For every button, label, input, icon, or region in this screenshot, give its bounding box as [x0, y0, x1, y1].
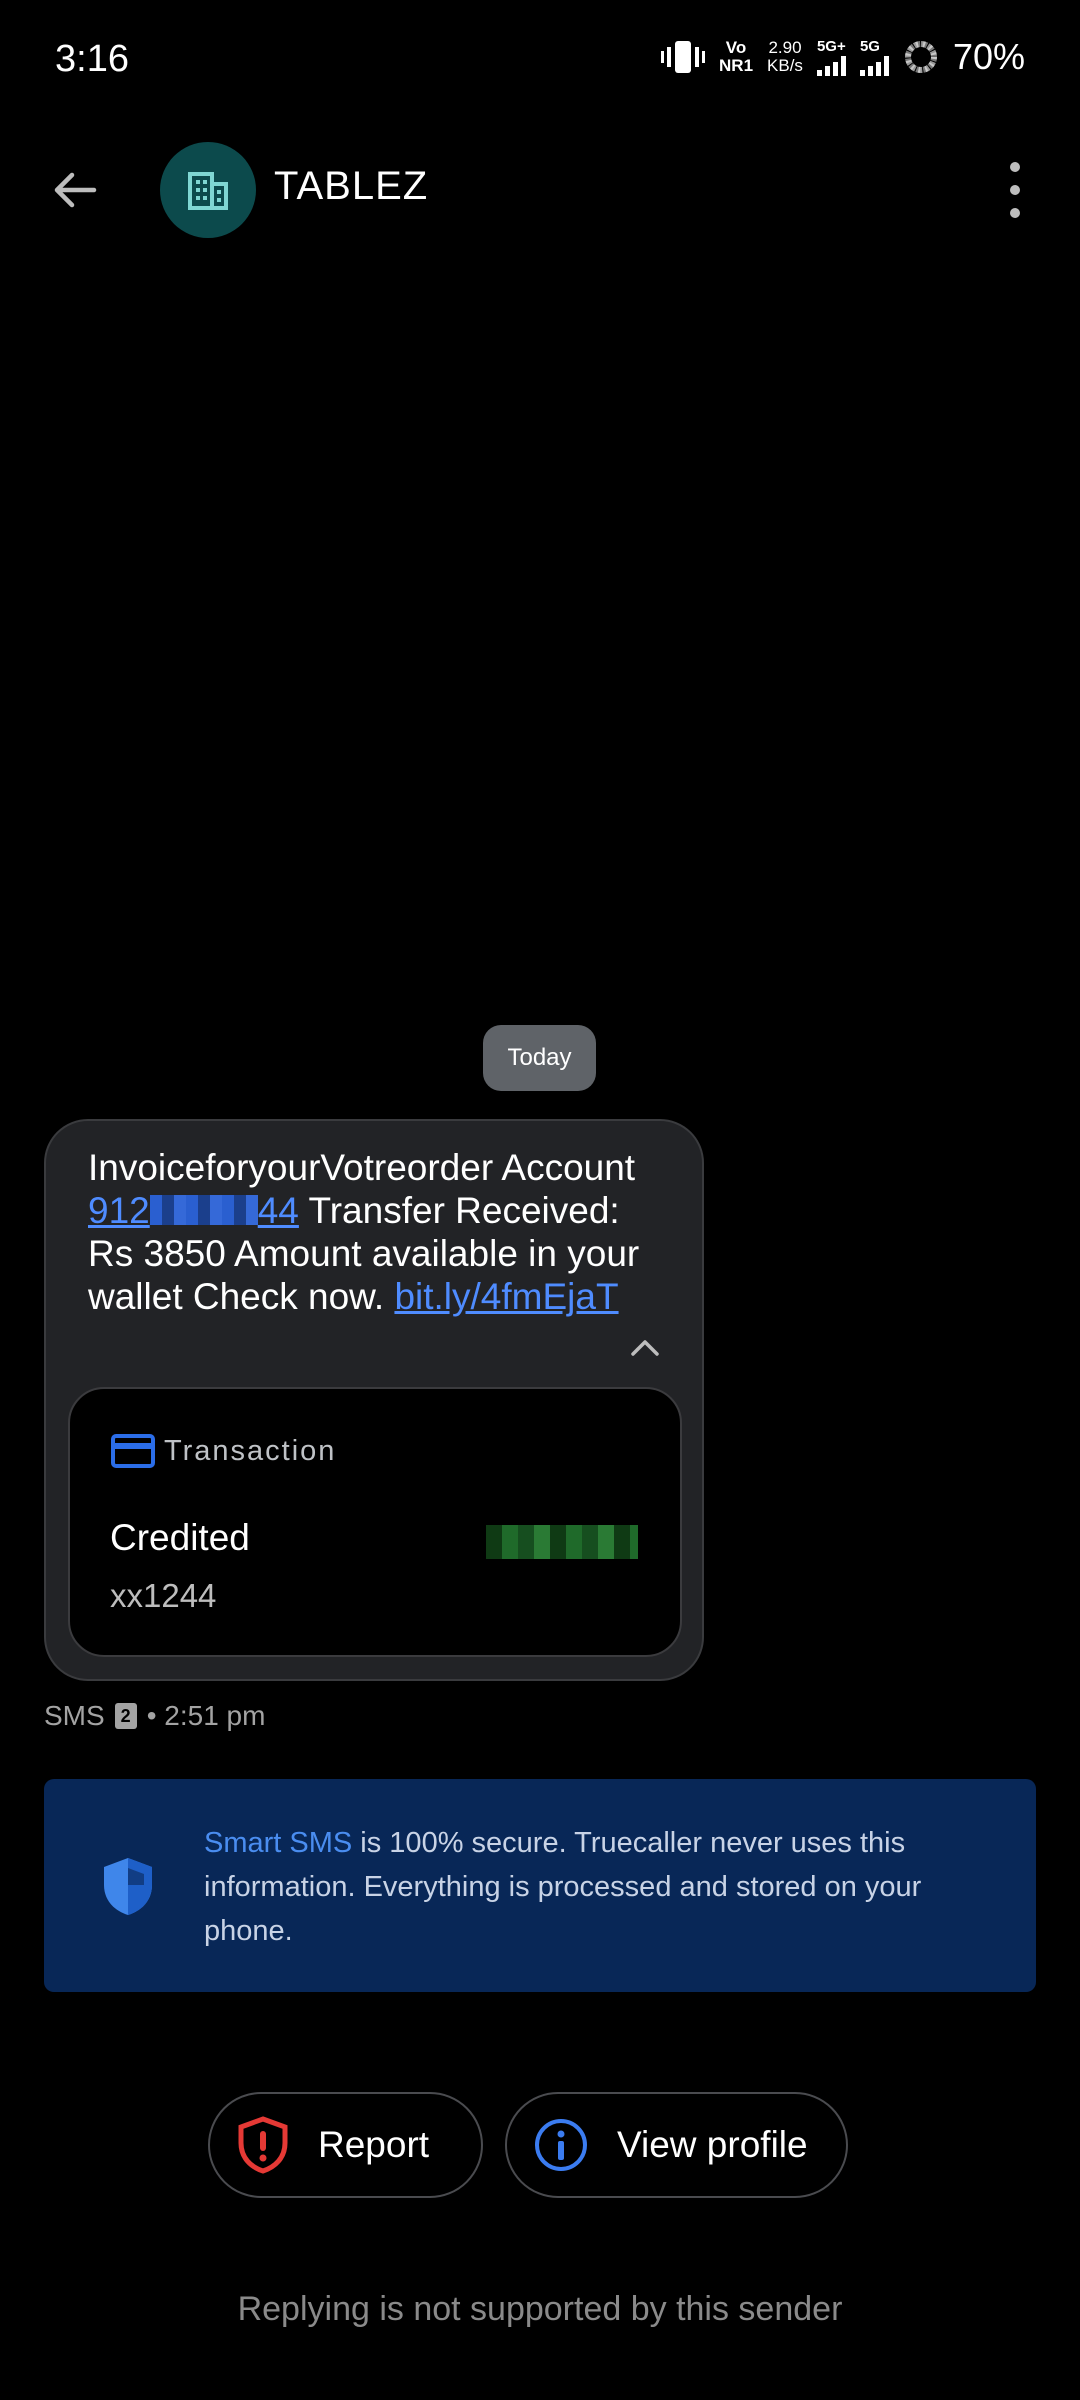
view-profile-button[interactable]: View profile [505, 2092, 848, 2198]
message-text: InvoiceforyourVotreorder Account 912 44 T… [88, 1147, 640, 1317]
signal-bars-icon [859, 56, 889, 76]
transaction-label: Transaction [164, 1434, 337, 1467]
transaction-header: Transaction [110, 1433, 336, 1469]
more-options-icon[interactable] [1005, 162, 1025, 218]
status-icons: Vo NR1 2.90 KB/s 5G+ 5G 70% [661, 36, 1025, 78]
signal-1: 5G+ [816, 38, 846, 76]
message-type: SMS [44, 1700, 105, 1731]
app-bar: TABLEZ [0, 140, 1080, 240]
network-speed: 2.90 KB/s [767, 38, 803, 75]
smart-sms-info-card: Smart SMS is 100% secure. Truecaller nev… [44, 1779, 1036, 1992]
date-chip: Today [483, 1025, 596, 1091]
info-text: Smart SMS is 100% secure. Truecaller nev… [204, 1827, 922, 1947]
transaction-account: xx1244 [110, 1577, 217, 1614]
signal-bars-icon [816, 56, 846, 76]
signal-2: 5G [859, 38, 889, 76]
message-bubble[interactable]: InvoiceforyourVotreorder Account 912 44 T… [44, 1119, 704, 1681]
shield-icon [104, 1858, 152, 1915]
info-icon [535, 2119, 587, 2171]
transaction-status: Credited [110, 1517, 250, 1558]
redacted-mask [149, 1195, 258, 1225]
status-bar: 3:16 Vo NR1 2.90 KB/s 5G+ 5G 70% [0, 0, 1080, 120]
avatar[interactable] [160, 142, 256, 238]
status-time: 3:16 [55, 38, 129, 80]
chevron-up-icon[interactable] [628, 1331, 662, 1365]
view-profile-label: View profile [617, 2124, 808, 2165]
reply-unsupported-notice: Replying is not supported by this sender [237, 2290, 843, 2328]
volte-indicator: Vo NR1 [719, 38, 754, 75]
vibrate-icon [661, 41, 706, 73]
credit-card-icon [111, 1434, 155, 1468]
back-arrow-icon[interactable] [50, 165, 100, 215]
battery-ring-icon [904, 41, 937, 73]
redacted-amount [486, 1525, 638, 1559]
url-link[interactable]: bit.ly/4fmEjaT [394, 1276, 618, 1317]
transaction-card[interactable]: Transaction Credited xx1244 [68, 1387, 682, 1657]
message-meta: SMS 2 • 2:51 pm [44, 1700, 265, 1732]
sender-name[interactable]: TABLEZ [274, 164, 428, 209]
message-time: • 2:51 pm [146, 1700, 266, 1731]
report-label: Report [318, 2124, 430, 2165]
business-icon [188, 172, 228, 210]
battery-percent: 70% [952, 36, 1025, 77]
account-link[interactable]: 912 44 [88, 1190, 299, 1231]
report-button[interactable]: Report [208, 2092, 483, 2198]
report-shield-icon [238, 2116, 288, 2174]
sim-icon: 2 [114, 1703, 137, 1729]
smart-sms-link[interactable]: Smart SMS [204, 1827, 352, 1859]
